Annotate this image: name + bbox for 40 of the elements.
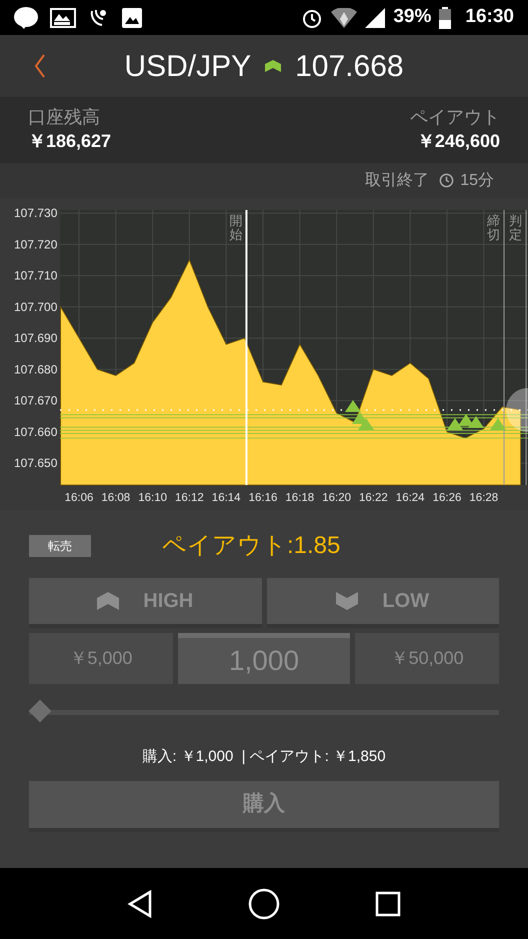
y-axis-label: 107.720 (14, 237, 58, 252)
y-axis-label: 107.670 (14, 394, 58, 408)
x-axis-label: 16:14 (212, 492, 241, 504)
x-axis-label: 16:16 (248, 492, 278, 504)
x-axis-label: 16:18 (285, 492, 314, 504)
x-axis-label: 16:20 (322, 492, 351, 504)
y-axis-label: 107.660 (14, 424, 58, 439)
time-marker-label: 判定 (509, 214, 522, 243)
x-axis-label: 16:26 (432, 492, 462, 504)
amount-button[interactable]: ￥5,000 (29, 633, 173, 684)
resell-button[interactable]: 転売 (29, 535, 91, 557)
remaining-time: 15分 (460, 170, 494, 190)
amount-button[interactable]: 1,000 (178, 633, 350, 684)
x-axis-label: 16:12 (175, 492, 204, 504)
balance-label: 口座残高 (28, 106, 101, 129)
y-axis-label: 107.690 (14, 331, 58, 346)
x-axis-label: 16:22 (359, 492, 388, 504)
y-axis-label: 107.700 (14, 300, 58, 314)
time-marker-label: 締切 (487, 214, 500, 243)
x-axis-label: 16:06 (64, 492, 94, 504)
trade-end-label: 取引終了 (365, 170, 430, 190)
x-axis-label: 16:28 (469, 492, 498, 504)
current-rate: 107.668 (295, 48, 404, 84)
x-axis-label: 16:24 (396, 492, 425, 504)
x-axis-label: 16:10 (138, 492, 167, 504)
y-axis-label: 107.680 (14, 362, 58, 376)
balance-value: ￥186,627 (28, 130, 112, 153)
y-axis-label: 107.650 (14, 456, 58, 470)
amount-button[interactable]: ￥50,000 (355, 633, 499, 684)
payout-value: ￥246,600 (416, 130, 500, 153)
currency-pair: USD/JPY (124, 48, 252, 84)
battery-percent: 39% (393, 5, 432, 30)
y-axis-label: 107.710 (14, 268, 58, 283)
payout-label: ペイアウト (410, 106, 500, 129)
y-axis-label: 107.730 (14, 206, 58, 220)
clock-time: 16:30 (465, 5, 514, 30)
time-marker-label: 開始 (229, 214, 242, 243)
x-axis-label: 16:08 (101, 492, 130, 504)
order-summary: 購入: ￥1,000 | ペイアウト: ￥1,850 (142, 747, 386, 767)
payout-rate: ペイアウト:1.85 (162, 531, 340, 561)
